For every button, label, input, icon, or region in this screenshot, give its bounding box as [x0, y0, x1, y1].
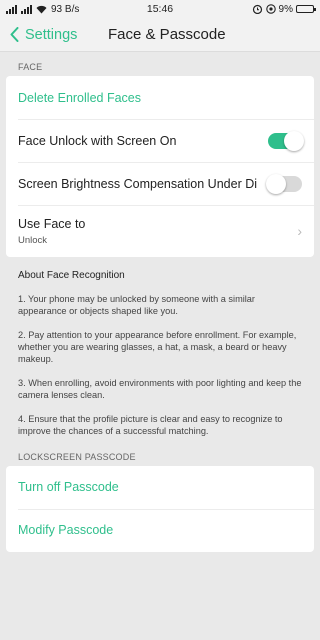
battery-percent: 9%: [278, 3, 293, 15]
modify-passcode-label: Modify Passcode: [18, 523, 114, 538]
use-face-value: Unlock: [18, 234, 48, 246]
about-point: 4. Ensure that the profile picture is cl…: [18, 413, 283, 436]
back-label: Settings: [25, 26, 78, 43]
face-unlock-row[interactable]: Face Unlock with Screen On: [6, 119, 314, 162]
back-button[interactable]: Settings: [0, 27, 77, 43]
face-unlock-label: Face Unlock with Screen On: [18, 133, 177, 148]
turn-off-passcode-button[interactable]: Turn off Passcode: [6, 466, 314, 509]
passcode-section-header: LOCKSCREEN PASSCODE: [18, 451, 136, 462]
delete-faces-label: Delete Enrolled Faces: [18, 90, 141, 105]
face-card: Delete Enrolled Faces Face Unlock with S…: [6, 76, 314, 257]
status-left: 93 B/s: [6, 4, 79, 15]
about-point: 3. When enrolling, avoid environments wi…: [18, 377, 302, 400]
page-title: Face & Passcode: [108, 26, 226, 43]
signal-icon: [6, 4, 17, 14]
signal-icon-2: [21, 4, 32, 14]
about-face-recognition: About Face Recognition 1. Your phone may…: [0, 257, 320, 438]
turn-off-passcode-label: Turn off Passcode: [18, 480, 119, 495]
wifi-icon: [36, 5, 47, 13]
brightness-row[interactable]: Screen Brightness Compensation Under Di.…: [6, 162, 314, 205]
about-point: 2. Pay attention to your appearance befo…: [18, 329, 297, 364]
about-point: 1. Your phone may be unlocked by someone…: [18, 294, 255, 316]
use-face-label: Use Face to: [18, 216, 86, 231]
brightness-label: Screen Brightness Compensation Under Di.…: [18, 176, 258, 191]
about-title: About Face Recognition: [18, 270, 125, 281]
use-face-text: Use Face to Unlock: [18, 217, 289, 246]
status-bar: 93 B/s 15:46 9%: [0, 0, 320, 18]
modify-passcode-button[interactable]: Modify Passcode: [6, 508, 314, 552]
delete-faces-button[interactable]: Delete Enrolled Faces: [6, 76, 314, 119]
status-right: 9%: [252, 3, 316, 15]
alarm-icon: [252, 4, 262, 14]
network-speed: 93 B/s: [51, 3, 80, 15]
face-unlock-toggle[interactable]: [268, 130, 304, 151]
face-section-header: FACE: [18, 62, 43, 72]
location-icon: [265, 4, 276, 14]
chevron-right-icon: ›: [297, 223, 302, 239]
use-face-row[interactable]: Use Face to Unlock ›: [6, 205, 314, 257]
brightness-toggle[interactable]: [266, 173, 302, 194]
passcode-card: Turn off Passcode Modify Passcode: [6, 465, 314, 552]
clock: 15:46: [146, 3, 174, 15]
battery-icon: [296, 5, 316, 13]
nav-bar: Settings Face & Passcode: [0, 18, 320, 52]
chevron-left-icon: [10, 27, 19, 42]
